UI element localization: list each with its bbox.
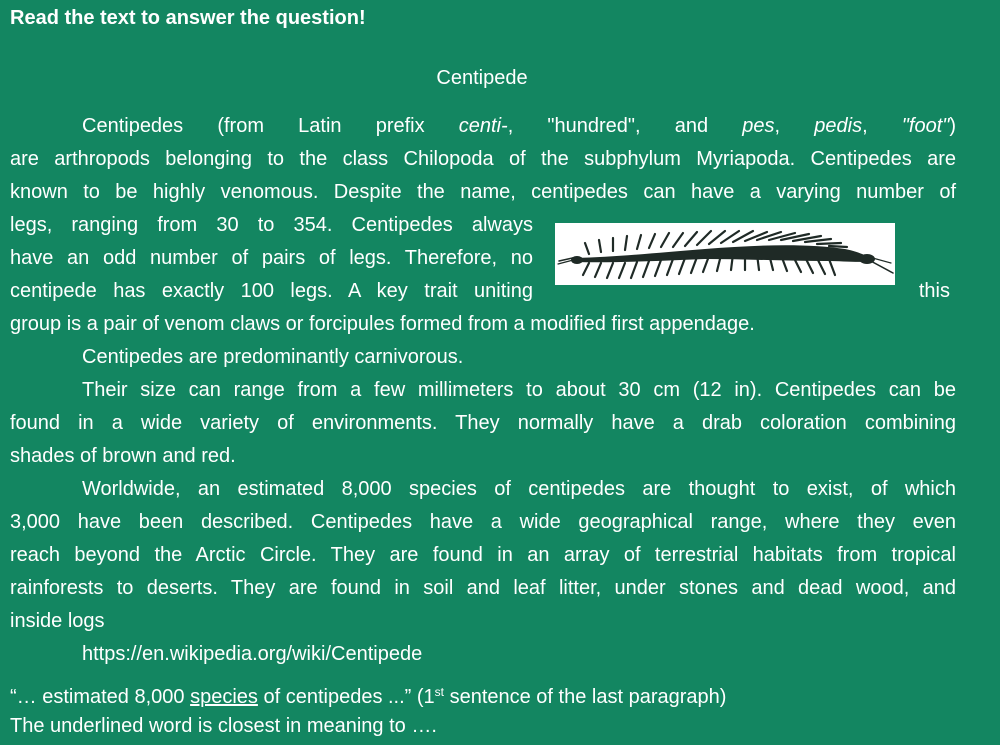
p4-line-1: Worldwide, an estimated 8,000 species of… [82,478,956,500]
centipede-image [555,223,895,285]
question-block: “… estimated 8,000 species of centipedes… [10,683,726,741]
centipede-icon [557,229,894,280]
p4-line-5: inside logs [10,610,105,632]
source-link[interactable]: https://en.wikipedia.org/wiki/Centipede [82,643,422,666]
instruction-heading: Read the text to answer the question! [10,7,366,29]
p3-line-2: found in a wide variety of environments.… [10,412,956,434]
p1-line-1: Centipedes (from Latin prefix centi-, "h… [82,115,957,137]
passage-body: Centipedes (from Latin prefix centi-, "h… [10,110,956,638]
p4-line-4: rainforests to deserts. They are found i… [10,577,956,599]
question-prompt: The underlined word is closest in meanin… [10,715,437,737]
p4-line-2: 3,000 have been described. Centipedes ha… [10,511,956,533]
p4-line-3: reach beyond the Arctic Circle. They are… [10,544,956,566]
p1-line-3: known to be highly venomous. Despite the… [10,181,956,203]
p3-line-3: shades of brown and red. [10,445,236,467]
question-quote: “… estimated 8,000 species of centipedes… [10,685,727,708]
reading-page: Read the text to answer the question! Ce… [0,0,1000,745]
passage-title: Centipede [436,67,528,89]
p2-line-1: Centipedes are predominantly carnivorous… [82,346,464,368]
underlined-word: species [190,686,258,708]
p1-line-2: are arthropods belonging to the class Ch… [10,148,956,170]
p1-line-7: group is a pair of venom claws or forcip… [10,313,755,335]
p3-line-1: Their size can range from a few millimet… [82,379,956,401]
